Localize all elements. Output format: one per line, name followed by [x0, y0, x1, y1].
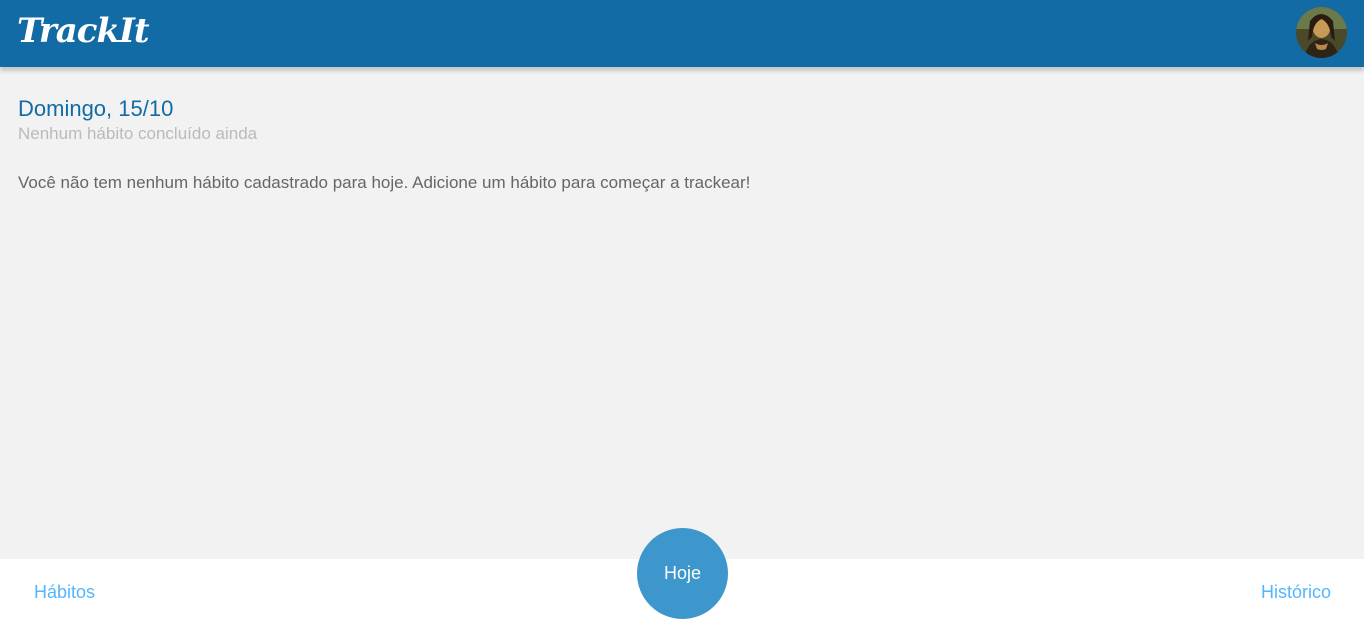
today-section: Domingo, 15/10 Nenhum hábito concluído a…: [18, 96, 1348, 194]
progress-status: Nenhum hábito concluído ainda: [18, 124, 258, 143]
page-title: Domingo, 15/10: [18, 96, 174, 121]
nav-history-link[interactable]: Histórico: [1261, 582, 1331, 603]
nav-habits-link[interactable]: Hábitos: [34, 582, 95, 603]
empty-habits-message: Você não tem nenhum hábito cadastrado pa…: [18, 173, 751, 192]
app-logo: TrackIt: [17, 11, 150, 51]
today-button[interactable]: Hoje: [637, 528, 728, 619]
top-bar: TrackIt: [0, 0, 1364, 67]
avatar-portrait-icon: [1296, 7, 1347, 58]
user-avatar[interactable]: [1296, 7, 1347, 58]
